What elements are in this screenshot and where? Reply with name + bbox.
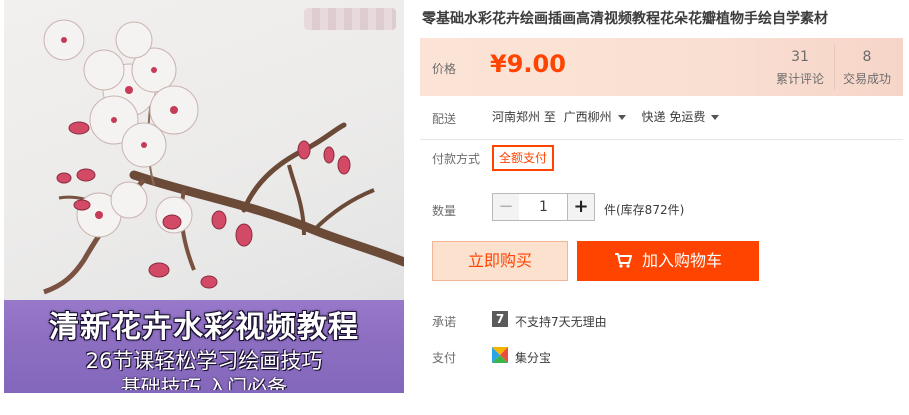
caret-down-icon (711, 115, 720, 120)
blurred-watermark (304, 8, 396, 30)
banner-subtitle: 26节课轻松学习绘画技巧 (85, 349, 323, 373)
stock-info: 件(库存872件) (604, 203, 685, 217)
promise-7-icon: 7 (492, 311, 508, 327)
promise-label: 承诺 (432, 315, 457, 329)
product-title: 零基础水彩花卉绘画插画高清视频教程花朵花瓣植物手绘自学素材 (422, 11, 828, 27)
jifenbao-icon (492, 347, 508, 363)
buy-now-button[interactable]: 立即购买 (432, 241, 568, 281)
sales-count: 8 (862, 49, 872, 65)
delivery-from: 河南郑州 至 (492, 110, 556, 124)
promise-text: 不支持7天无理由 (515, 315, 607, 329)
delivery-method: 快递 免运费 (641, 110, 706, 124)
price-label: 价格 (432, 62, 457, 76)
reviews-label: 累计评论 (775, 72, 824, 86)
divider (420, 139, 903, 140)
jifenbao-text: 集分宝 (515, 351, 552, 365)
product-details: 零基础水彩花卉绘画插画高清视频教程花朵花瓣植物手绘自学素材 价格 ¥9.00 3… (420, 0, 905, 415)
delivery-to: 广西柳州 (563, 110, 612, 124)
add-to-cart-label: 加入购物车 (641, 251, 722, 270)
price-panel: 价格 ¥9.00 31 累计评论 8 交易成功 (420, 38, 903, 96)
reviews-count: 31 (791, 49, 809, 65)
sales-stat: 8 交易成功 (834, 48, 900, 88)
product-image[interactable]: 清新花卉水彩视频教程 26节课轻松学习绘画技巧 基础技巧 入门必备 (4, 0, 404, 393)
cart-icon (614, 253, 632, 268)
quantity-input[interactable]: 1 (519, 193, 568, 221)
payment-method-label: 付款方式 (432, 152, 481, 166)
cherry-blossom-illustration (43, 19, 404, 295)
price-value: ¥9.00 (490, 50, 566, 78)
full-payment-option[interactable]: 全额支付 (492, 145, 554, 171)
caret-down-icon (617, 115, 626, 120)
payment-label: 支付 (432, 351, 457, 365)
quantity-decrease-button[interactable]: − (492, 193, 520, 221)
sales-label: 交易成功 (842, 72, 891, 86)
add-to-cart-button[interactable]: 加入购物车 (577, 241, 759, 281)
quantity-increase-button[interactable]: + (567, 193, 595, 221)
quantity-label: 数量 (432, 204, 457, 218)
delivery-label: 配送 (432, 112, 457, 126)
image-banner: 清新花卉水彩视频教程 26节课轻松学习绘画技巧 基础技巧 入门必备 (4, 300, 404, 393)
reviews-stat[interactable]: 31 累计评论 (767, 48, 833, 88)
banner-title: 清新花卉水彩视频教程 (49, 310, 359, 345)
banner-subtitle-2: 基础技巧 入门必备 (120, 376, 288, 390)
delivery-row: 河南郑州 至 广西柳州 快递 免运费 (492, 108, 731, 125)
delivery-method-select[interactable]: 快递 免运费 (642, 110, 732, 124)
delivery-to-select[interactable]: 广西柳州 (564, 110, 638, 124)
